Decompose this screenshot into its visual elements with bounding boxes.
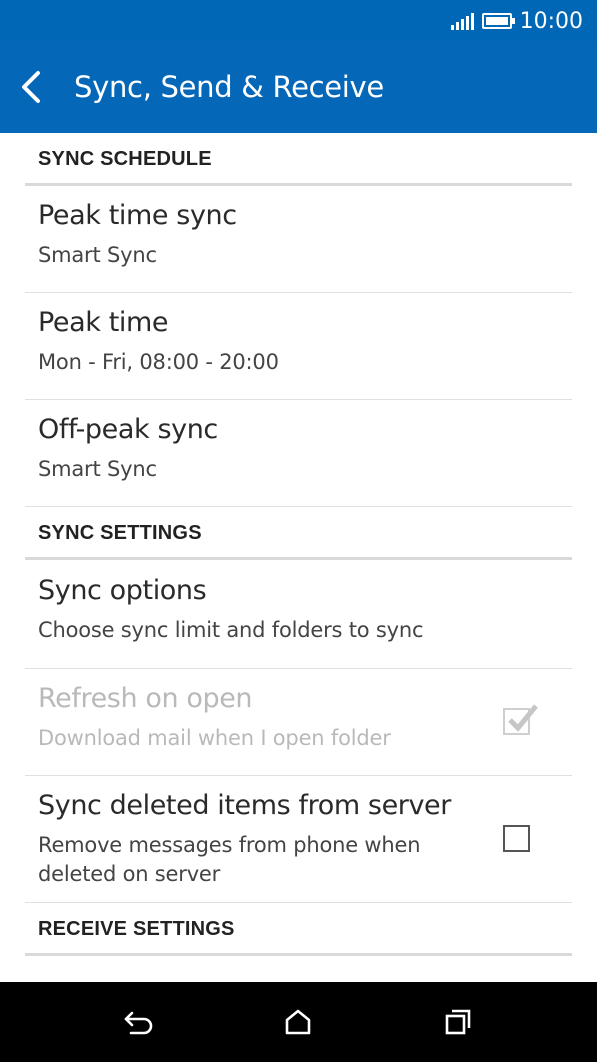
nav-home-button[interactable] bbox=[278, 1004, 318, 1040]
setting-title: Peak time sync bbox=[38, 200, 237, 231]
setting-peak-time[interactable]: Peak time Mon - Fri, 08:00 - 20:00 bbox=[25, 293, 572, 400]
setting-title: Refresh on open bbox=[38, 683, 253, 714]
sync-deleted-items-checkbox[interactable] bbox=[503, 825, 530, 852]
recent-apps-icon bbox=[445, 1009, 471, 1035]
setting-subtitle: Mon - Fri, 08:00 - 20:00 bbox=[38, 350, 279, 374]
section-header-receive-settings: RECEIVE SETTINGS bbox=[25, 903, 572, 956]
chevron-left-icon bbox=[22, 71, 40, 103]
refresh-on-open-checkbox bbox=[503, 704, 538, 735]
home-icon bbox=[285, 1009, 311, 1035]
section-header-sync-settings: SYNC SETTINGS bbox=[25, 507, 572, 560]
setting-refresh-on-open: Refresh on open Download mail when I ope… bbox=[25, 669, 572, 776]
section-header-label: RECEIVE SETTINGS bbox=[38, 918, 235, 940]
back-icon bbox=[124, 1011, 153, 1035]
setting-sync-options[interactable]: Sync options Choose sync limit and folde… bbox=[25, 561, 572, 669]
setting-subtitle: Download mail when I open folder bbox=[38, 726, 391, 750]
navigation-bar bbox=[0, 982, 597, 1062]
setting-peak-time-sync[interactable]: Peak time sync Smart Sync bbox=[25, 186, 572, 293]
status-icons: 10:00 bbox=[450, 8, 583, 34]
setting-subtitle: Smart Sync bbox=[38, 243, 157, 267]
setting-sync-deleted-items[interactable]: Sync deleted items from server Remove me… bbox=[25, 776, 572, 903]
setting-title: Sync deleted items from server bbox=[38, 790, 451, 821]
setting-subtitle: Smart Sync bbox=[38, 457, 157, 481]
battery-icon bbox=[481, 13, 515, 29]
setting-subtitle: Remove messages from phone when deleted … bbox=[38, 833, 421, 886]
checkmark-icon bbox=[508, 704, 538, 732]
status-bar: 10:00 bbox=[0, 0, 597, 41]
signal-icon bbox=[450, 12, 474, 30]
app-bar: Sync, Send & Receive bbox=[0, 41, 597, 133]
section-header-sync-schedule: SYNC SCHEDULE bbox=[25, 133, 572, 186]
nav-back-button[interactable] bbox=[119, 1004, 159, 1040]
setting-title: Peak time bbox=[38, 307, 169, 338]
setting-title: Sync options bbox=[38, 575, 207, 606]
section-header-label: SYNC SCHEDULE bbox=[38, 148, 212, 170]
settings-list[interactable]: SYNC SCHEDULE Peak time sync Smart Sync … bbox=[0, 133, 597, 982]
page-title: Sync, Send & Receive bbox=[74, 70, 384, 104]
clock: 10:00 bbox=[519, 8, 583, 34]
nav-recent-apps-button[interactable] bbox=[438, 1004, 478, 1040]
setting-off-peak-sync[interactable]: Off-peak sync Smart Sync bbox=[25, 400, 572, 507]
back-button[interactable] bbox=[0, 41, 62, 133]
section-header-label: SYNC SETTINGS bbox=[38, 522, 202, 544]
setting-title: Off-peak sync bbox=[38, 414, 218, 445]
setting-subtitle: Choose sync limit and folders to sync bbox=[38, 618, 424, 642]
